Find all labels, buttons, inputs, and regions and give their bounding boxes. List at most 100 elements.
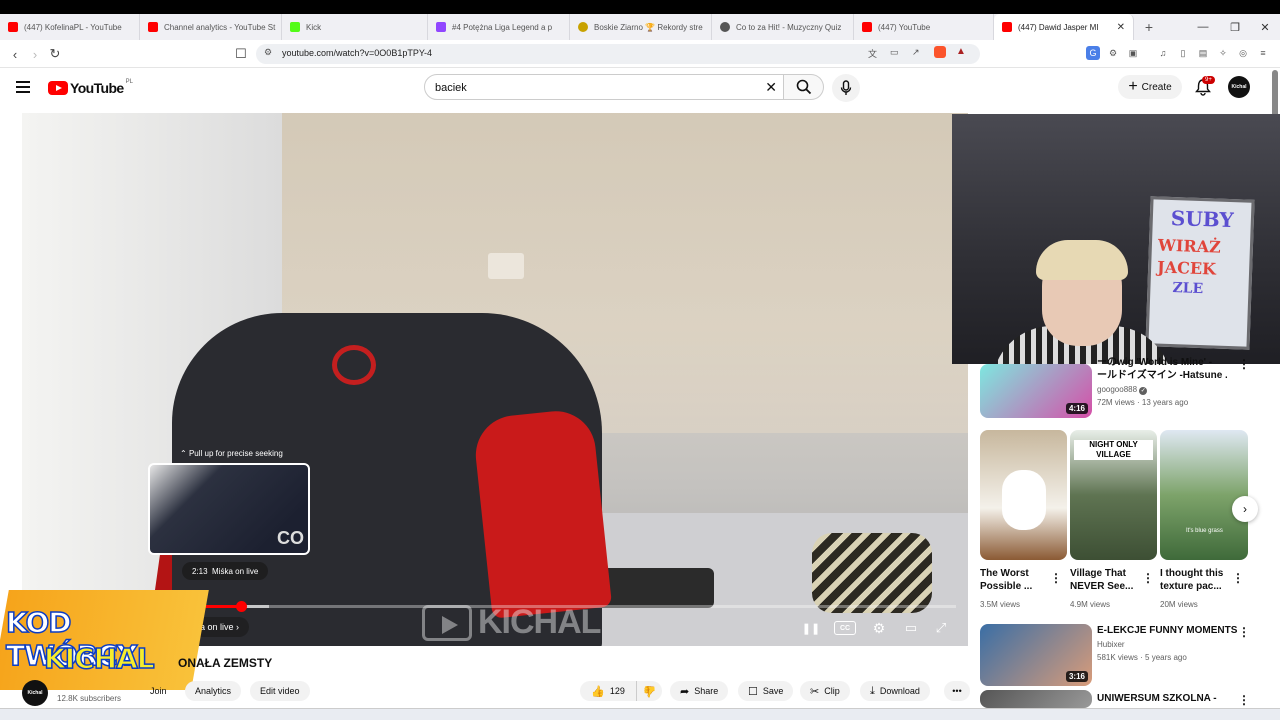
browser-tab[interactable]: Channel analytics - YouTube St [140, 14, 282, 40]
pause-icon[interactable]: ❚❚ [800, 618, 822, 638]
short-title[interactable]: I thought this texture pac... [1160, 567, 1232, 593]
fullscreen-icon[interactable]: ⤢ [930, 618, 952, 638]
close-window-icon[interactable]: ✕ [1248, 14, 1280, 40]
short-thumbnail[interactable]: NIGHT ONLY VILLAGE [1070, 430, 1157, 560]
vpn-icon[interactable]: ◎ [1236, 46, 1250, 60]
short-title[interactable]: The Worst Possible ... [980, 567, 1048, 593]
search-button[interactable] [784, 74, 824, 100]
video-thumbnail[interactable]: 4:16 [980, 364, 1092, 418]
browser-tab[interactable]: (447) KofelinaPL - YouTube [0, 14, 140, 40]
bookmark-icon[interactable]: ☐ [232, 45, 250, 63]
download-button[interactable]: ⤓ Download [860, 681, 930, 701]
browser-tab-active[interactable]: (447) Dawid Jasper MI ✕ [994, 14, 1134, 40]
omnibox[interactable]: ⚙ youtube.com/watch?v=0O0B1pTPY-4 文 ▭ ↗ … [256, 44, 980, 64]
chair-logo-icon [332, 345, 376, 385]
tab-title: Boskie Ziarno 🏆 Rekordy stre [594, 22, 703, 32]
save-bookmark-icon: ☐ [748, 685, 758, 698]
join-button[interactable]: Join [140, 681, 177, 701]
shelf-next-chevron-icon[interactable]: › [1232, 496, 1258, 522]
browser-tab[interactable]: #4 Potężna Liga Legend a p [428, 14, 570, 40]
browser-tab-strip: (447) KofelinaPL - YouTube Channel analy… [0, 14, 1280, 40]
extension-icon[interactable]: ⚙ [1106, 46, 1120, 60]
extension-icon[interactable]: ▣ [1126, 46, 1140, 60]
browser-tab[interactable]: (447) YouTube [854, 14, 994, 40]
forward-icon[interactable]: › [26, 45, 44, 63]
short-thumbnail[interactable]: It's blue grass [1160, 430, 1248, 560]
more-options-icon[interactable]: ⋮ [1238, 693, 1250, 707]
share-page-icon[interactable]: ↗ [912, 47, 920, 58]
brave-shield-icon[interactable] [934, 46, 946, 58]
back-icon[interactable]: ‹ [6, 45, 24, 63]
video-frame-blanket [812, 533, 932, 613]
restore-icon[interactable]: ❐ [1218, 14, 1252, 40]
short-thumbnail-cat [1002, 470, 1046, 530]
short-thumbnail[interactable] [980, 430, 1067, 560]
new-tab-button[interactable]: + [1134, 14, 1164, 40]
more-options-icon[interactable]: ⋮ [1050, 571, 1062, 585]
more-options-icon[interactable]: ⋮ [1232, 571, 1244, 585]
channel-name[interactable]: Hubixer [1097, 640, 1125, 649]
sidebar-toggle-icon[interactable]: ▯ [1176, 46, 1190, 60]
video-title[interactable]: UNIWERSUM SZKOLNA - [1097, 692, 1217, 705]
theater-mode-icon[interactable]: ▭ [900, 618, 922, 638]
browser-tab[interactable]: Boskie Ziarno 🏆 Rekordy stre [570, 14, 712, 40]
captions-icon[interactable]: CC [834, 621, 856, 635]
account-avatar[interactable]: Kichal [1228, 76, 1250, 98]
more-options-icon[interactable]: ⋮ [1142, 571, 1154, 585]
dislike-button[interactable]: 👍 [636, 681, 662, 701]
create-button[interactable]: + Create [1118, 75, 1182, 99]
leo-icon[interactable]: ✧ [1216, 46, 1230, 60]
subscriber-count: 12.8K subscribers [57, 694, 122, 703]
wallet-icon[interactable]: ▤ [1196, 46, 1210, 60]
voice-search-button[interactable] [832, 74, 860, 102]
verified-icon: ✓ [1139, 387, 1148, 395]
like-count: 129 [609, 686, 625, 696]
media-icon[interactable]: ♫ [1156, 46, 1170, 60]
extension-icon[interactable]: G [1086, 46, 1100, 60]
youtube-logo[interactable]: YouTube PL [48, 79, 133, 96]
reload-icon[interactable]: ↻ [46, 45, 64, 63]
create-label: Create [1141, 81, 1172, 93]
settings-gear-icon[interactable]: ⚙ [868, 618, 890, 638]
menu-icon[interactable]: ≡ [1256, 46, 1270, 60]
hamburger-menu-icon[interactable] [16, 81, 30, 93]
seek-preview-thumbnail: CO [148, 463, 310, 555]
edit-video-button[interactable]: Edit video [250, 681, 310, 701]
rewards-icon[interactable]: ▲ [956, 46, 966, 57]
clear-search-icon[interactable]: ✕ [765, 79, 777, 96]
video-player[interactable]: KICHAL ⌃ Pull up for precise seeking CO … [22, 113, 968, 646]
minimize-icon[interactable]: — [1186, 14, 1220, 40]
browser-tab[interactable]: Kick [282, 14, 428, 40]
video-thumbnail[interactable]: 3:16 [980, 624, 1092, 686]
short-overlay-text: It's blue grass [1186, 528, 1223, 534]
more-actions-icon[interactable]: ••• [944, 681, 970, 701]
like-button[interactable]: 👍 129 [580, 681, 636, 701]
search-input[interactable]: baciek ✕ [424, 74, 784, 100]
video-title-main: ONAŁA ZEMSTY [178, 656, 273, 670]
share-button[interactable]: ➦ Share [670, 681, 729, 701]
channel-avatar[interactable]: Kichal [22, 680, 48, 706]
tab-title: #4 Potężna Liga Legend a p [452, 22, 553, 32]
save-button[interactable]: ☐ Save [738, 681, 794, 701]
site-info-icon[interactable]: ⚙ [264, 47, 272, 58]
more-options-icon[interactable]: ⋮ [1238, 357, 1250, 371]
browser-tab[interactable]: Co to za Hit! - Muzyczny Quiz [712, 14, 854, 40]
video-title[interactable]: E-LEKCJE FUNNY MOMENTS [1097, 624, 1237, 637]
preview-label: CO [277, 528, 304, 548]
channel-name[interactable]: googoo888 ✓ [1097, 385, 1148, 395]
more-options-icon[interactable]: ⋮ [1238, 625, 1250, 639]
channel-name-text: googoo888 [1097, 385, 1138, 394]
microphone-icon [840, 80, 852, 95]
share-arrow-icon: ➦ [680, 685, 690, 698]
video-title[interactable]: ーのwig 'World is Mine' - ールドイズマイン -Hatsune… [1097, 356, 1227, 382]
clip-button[interactable]: ✂ Clip [800, 681, 850, 701]
video-meta: 72M views · 13 years ago [1097, 398, 1189, 407]
translate-icon[interactable]: 文 [868, 47, 877, 60]
close-tab-icon[interactable]: ✕ [1117, 22, 1125, 33]
analytics-button[interactable]: Analytics [185, 681, 242, 701]
short-title[interactable]: Village That NEVER See... [1070, 567, 1140, 593]
title-line: ーのwig 'World is Mine' - [1097, 357, 1213, 368]
install-icon[interactable]: ▭ [890, 47, 899, 58]
video-thumbnail[interactable] [980, 690, 1092, 708]
tab-title: (447) Dawid Jasper MI [1018, 22, 1099, 32]
